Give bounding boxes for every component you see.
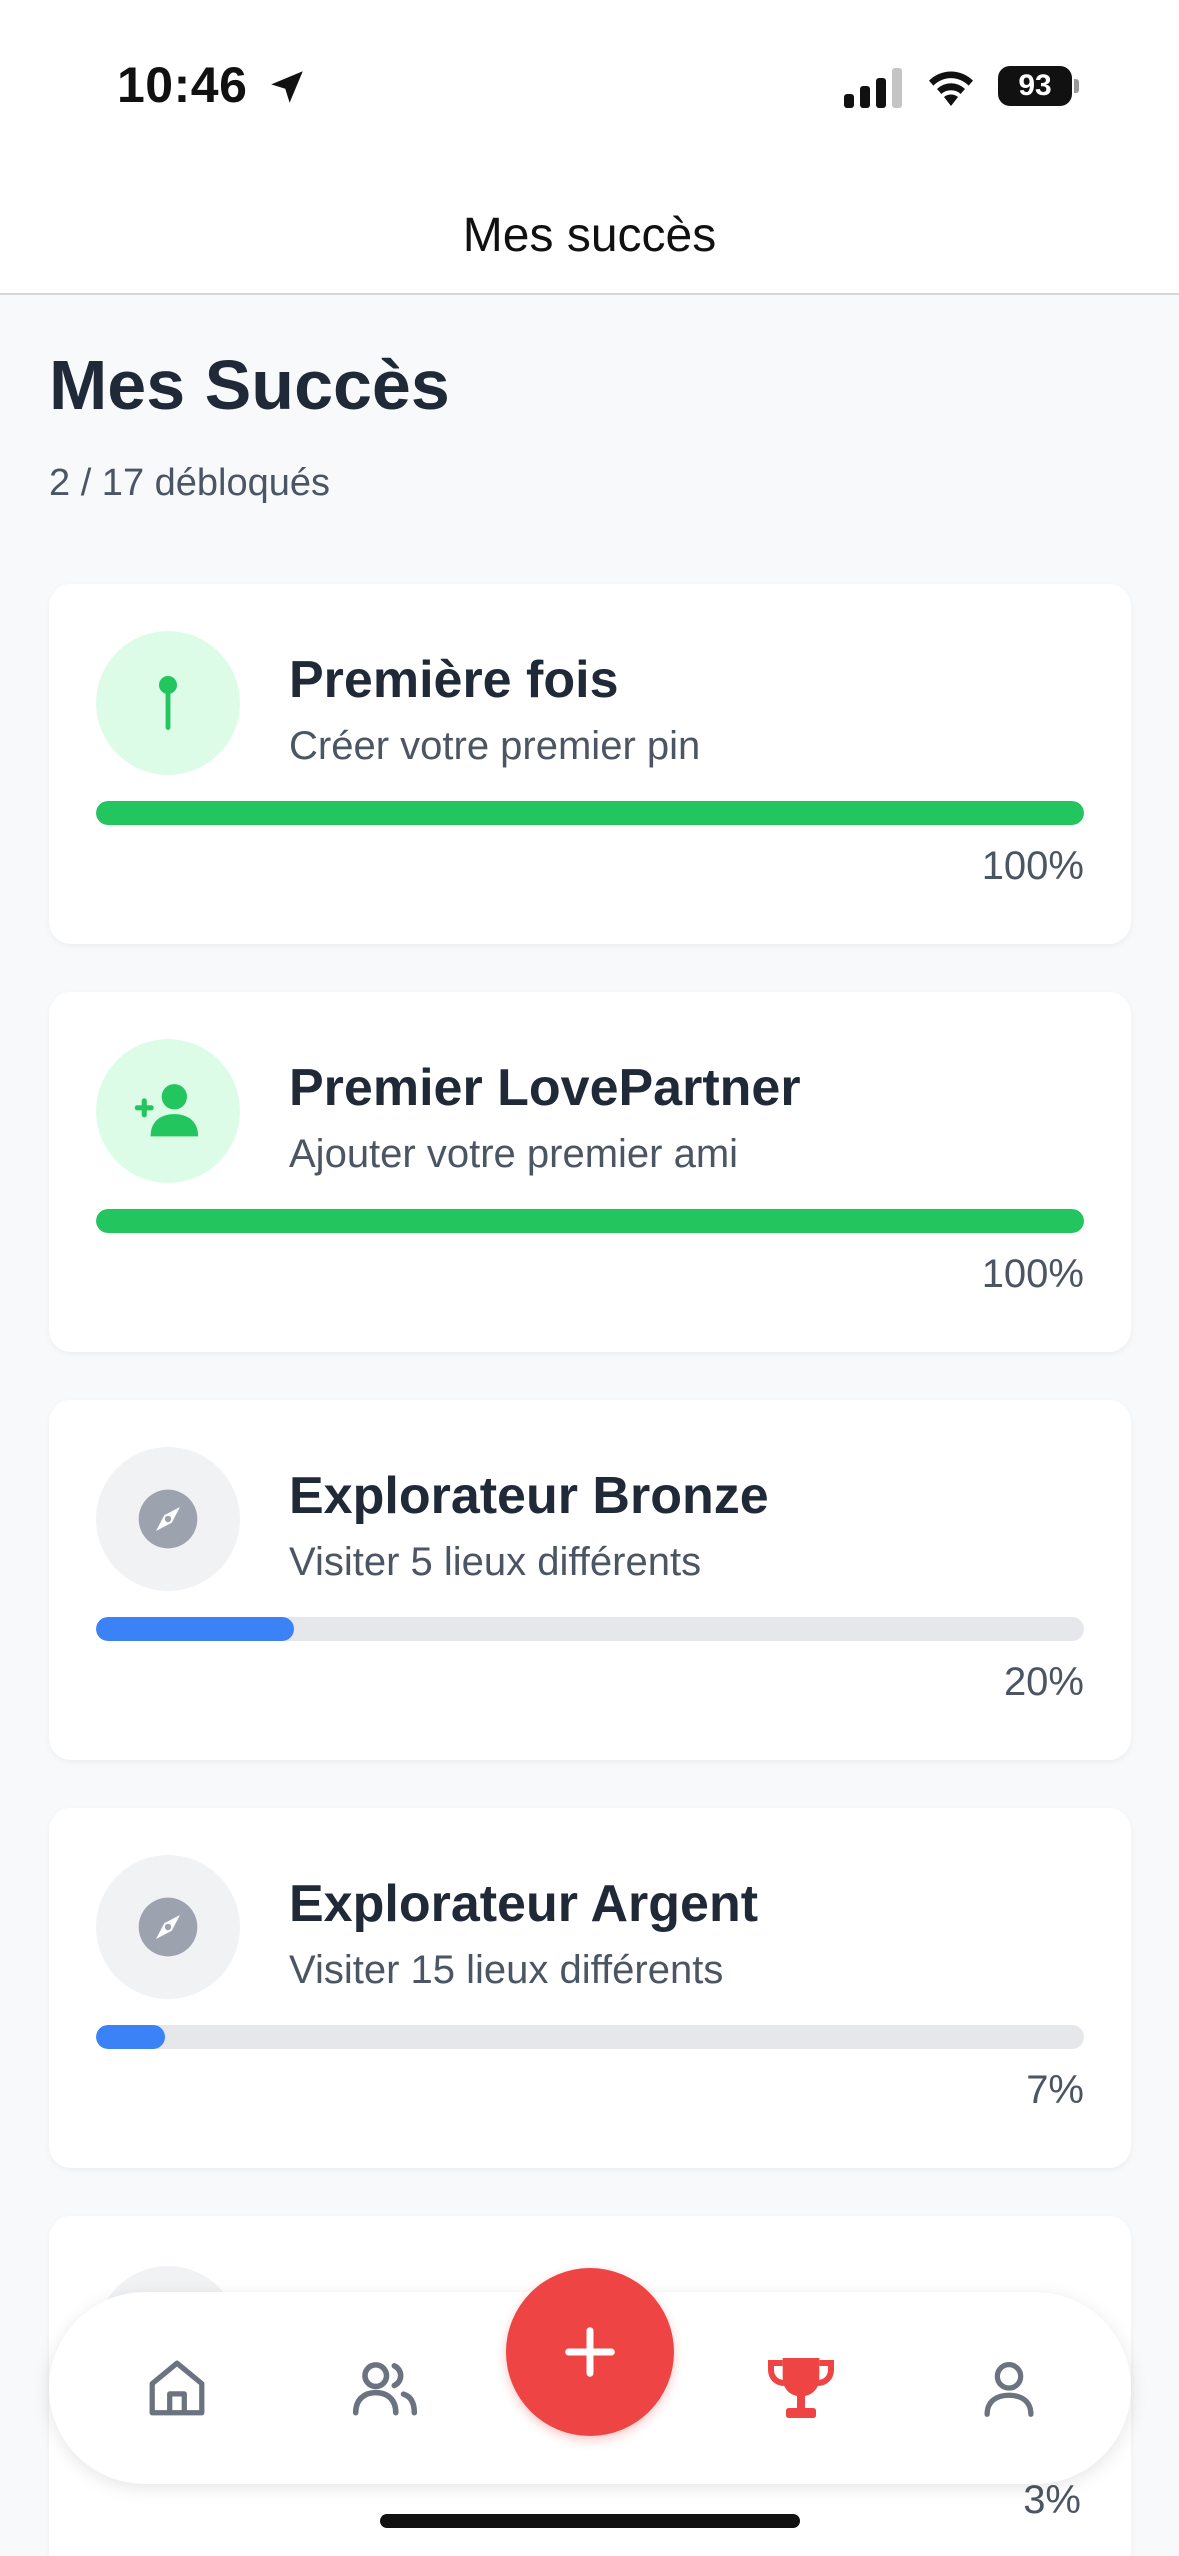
achievement-progress-bar <box>96 1617 1084 1641</box>
achievement-description: Créer votre premier pin <box>289 724 701 768</box>
friends-icon <box>352 2362 418 2416</box>
achievement-progress-bar <box>96 2025 1084 2049</box>
tab-friends[interactable] <box>345 2348 425 2428</box>
battery-cap <box>1074 79 1079 93</box>
achievement-percent: 100% <box>981 1252 1084 1296</box>
wifi-icon <box>929 71 973 106</box>
battery-level: 93 <box>998 66 1072 106</box>
achievement-percent: 7% <box>1026 2068 1084 2112</box>
add-icon <box>565 2327 615 2377</box>
achievement-card-premiere-fois[interactable]: Première fois Créer votre premier pin 10… <box>49 584 1131 944</box>
achievement-title: Explorateur Bronze <box>289 1467 769 1525</box>
achievement-card-explorateur-bronze[interactable]: Explorateur Bronze Visiter 5 lieux diffé… <box>49 1400 1131 1760</box>
add-pin-button[interactable] <box>506 2268 674 2436</box>
achievements-screen: 10:46 93 Mes succès Mes Succès 2 / 17 dé… <box>0 0 1179 2556</box>
achievement-icon-badge <box>96 631 240 775</box>
achievement-progress-bar <box>96 801 1084 825</box>
achievement-progress-fill <box>96 1209 1084 1233</box>
home-indicator <box>380 2514 800 2528</box>
achievement-percent: 20% <box>1003 1660 1084 1704</box>
navigation-header: Mes succès <box>0 180 1179 295</box>
cellular-signal-icon <box>844 68 902 108</box>
tab-achievements[interactable] <box>761 2348 841 2428</box>
user-plus-icon <box>134 1084 199 1137</box>
trophy-icon <box>768 2358 834 2418</box>
achievement-progress-bar <box>96 1209 1084 1233</box>
achievement-title: Première fois <box>289 651 619 709</box>
achievement-card-premier-lovepartner[interactable]: Premier LovePartner Ajouter votre premie… <box>49 992 1131 1352</box>
profile-icon <box>984 2362 1034 2417</box>
achievement-icon-badge <box>96 1447 240 1591</box>
achievement-icon-badge <box>96 1039 240 1183</box>
location-arrow-icon <box>271 71 303 103</box>
compass-icon <box>138 1489 198 1549</box>
achievement-progress-fill <box>96 801 1084 825</box>
status-time: 10:46 <box>117 57 248 113</box>
battery-icon: 93 <box>998 66 1079 106</box>
achievement-percent: 100% <box>981 844 1084 888</box>
achievement-percent: 3% <box>1023 2478 1081 2522</box>
achievement-card-explorateur-argent[interactable]: Explorateur Argent Visiter 15 lieux diff… <box>49 1808 1131 2168</box>
achievement-description: Visiter 5 lieux différents <box>289 1540 702 1584</box>
achievement-icon-badge <box>96 1855 240 1999</box>
status-bar: 10:46 93 <box>0 0 1179 180</box>
pin-icon <box>159 676 177 730</box>
tab-home[interactable] <box>137 2348 217 2428</box>
unlocked-count: 2 / 17 débloqués <box>49 462 331 504</box>
achievement-title: Explorateur Argent <box>289 1875 759 1933</box>
tab-profile[interactable] <box>969 2348 1049 2428</box>
achievement-description: Ajouter votre premier ami <box>289 1132 739 1176</box>
page-title: Mes Succès <box>49 346 450 424</box>
compass-icon <box>138 1897 198 1957</box>
achievement-description: Visiter 15 lieux différents <box>289 1948 724 1992</box>
home-icon <box>149 2360 205 2416</box>
nav-title: Mes succès <box>462 209 717 262</box>
achievement-title: Premier LovePartner <box>289 1059 801 1117</box>
achievement-progress-fill <box>96 1617 294 1641</box>
achievement-progress-fill <box>96 2025 166 2049</box>
